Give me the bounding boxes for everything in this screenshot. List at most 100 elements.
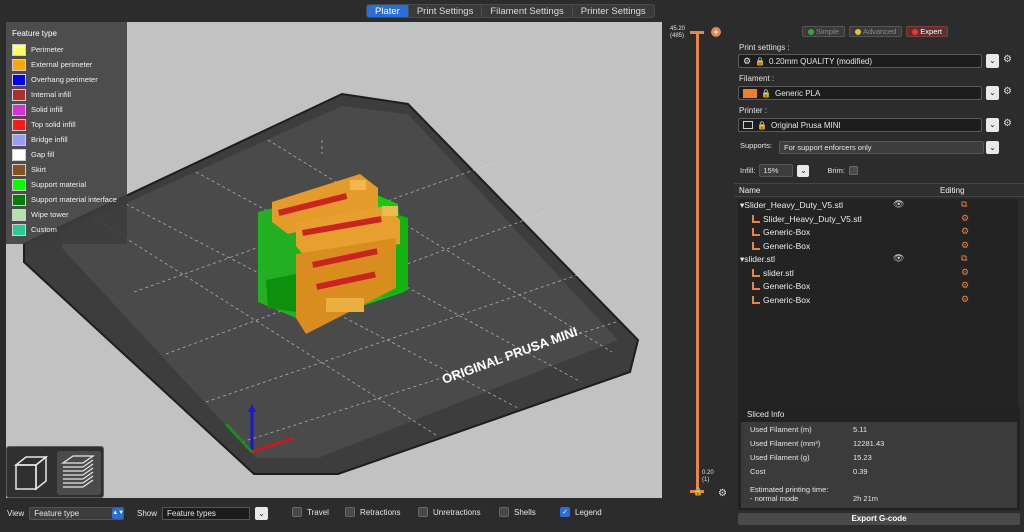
- sliced-info-label: Cost: [750, 467, 766, 476]
- edit-preset-icon[interactable]: ⚙: [1003, 86, 1012, 97]
- option-shells[interactable]: Shells: [499, 507, 536, 517]
- legend-swatch: [12, 193, 26, 206]
- visibility-eye-icon[interactable]: 👁: [893, 199, 904, 210]
- row-label: Slider_Heavy_Duty_V5.stl: [744, 200, 844, 210]
- object-row[interactable]: ▾slider.stl 👁 ⧉: [738, 253, 1018, 267]
- export-gcode-button[interactable]: Export G-code: [738, 513, 1020, 525]
- option-legend[interactable]: ✓ Legend: [560, 507, 602, 517]
- supports-label: Supports:: [740, 141, 773, 150]
- supports-dropdown-button[interactable]: ⌄: [986, 141, 999, 154]
- mode-simple-button[interactable]: Simple: [802, 26, 845, 37]
- legend-label: Custom: [31, 225, 57, 234]
- edit-object-icon[interactable]: ⧉: [961, 253, 967, 264]
- object-row[interactable]: ▾Slider_Heavy_Duty_V5.stl 👁 ⧉: [738, 199, 1018, 213]
- printer-combo[interactable]: 🔒 Original Prusa MINI: [738, 118, 982, 132]
- option-travel[interactable]: Travel: [292, 507, 329, 517]
- checkbox[interactable]: [345, 507, 355, 517]
- slider-top-thumb[interactable]: [690, 31, 704, 34]
- tab-filament-settings[interactable]: Filament Settings: [482, 5, 573, 17]
- sliced-info-label: Used Filament (g): [750, 453, 810, 462]
- layer-slider[interactable]: 45.20 (485) + 0.20 (1) 🔒 ⚙: [666, 22, 732, 499]
- legend-swatch: [12, 178, 26, 191]
- volume-row[interactable]: Generic-Box ⚙: [738, 294, 1018, 308]
- tab-plater[interactable]: Plater: [367, 5, 409, 17]
- volume-settings-icon[interactable]: ⚙: [961, 280, 969, 291]
- visibility-eye-icon[interactable]: 👁: [893, 253, 904, 264]
- checkbox-label: Retractions: [360, 507, 401, 517]
- legend-swatch: [12, 58, 26, 71]
- 3d-view-icon[interactable]: [10, 451, 54, 495]
- legend-label: Internal infill: [31, 90, 72, 99]
- object-list[interactable]: ▾Slider_Heavy_Duty_V5.stl 👁 ⧉ Slider_Heavy_…: [738, 199, 1018, 409]
- view-label: View: [7, 509, 25, 518]
- legend-label: Top solid infill: [31, 120, 76, 129]
- filament-dropdown-button[interactable]: ⌄: [986, 86, 999, 100]
- volume-settings-icon[interactable]: ⚙: [961, 240, 969, 251]
- tab-print-settings[interactable]: Print Settings: [409, 5, 483, 17]
- checkbox[interactable]: [418, 507, 428, 517]
- sliced-info-label: - normal mode: [750, 494, 799, 503]
- legend-label: Skirt: [31, 165, 46, 174]
- brim-label: Brim:: [827, 166, 845, 175]
- edit-preset-icon[interactable]: ⚙: [1003, 118, 1012, 129]
- volume-settings-icon[interactable]: ⚙: [961, 213, 969, 224]
- printer-dropdown-button[interactable]: ⌄: [986, 118, 999, 132]
- edit-object-icon[interactable]: ⧉: [961, 199, 967, 210]
- option-retractions[interactable]: Retractions: [345, 507, 400, 517]
- filament-combo[interactable]: 🔒 Generic PLA: [738, 86, 982, 100]
- volume-icon: [752, 282, 760, 290]
- show-features-combo[interactable]: Feature types: [162, 507, 251, 520]
- volume-row[interactable]: slider.stl ⚙: [738, 267, 1018, 281]
- checkbox[interactable]: [292, 507, 302, 517]
- volume-settings-icon[interactable]: ⚙: [961, 294, 969, 305]
- legend-item: Wipe tower: [12, 207, 121, 222]
- editing-column-header[interactable]: Editing: [940, 186, 964, 195]
- legend-label: Support material: [31, 180, 87, 189]
- volume-row[interactable]: Generic-Box ⚙: [738, 240, 1018, 254]
- checkbox[interactable]: [499, 507, 509, 517]
- sliced-info-value: 2h 21m: [853, 494, 879, 503]
- volume-settings-icon[interactable]: ⚙: [961, 226, 969, 237]
- print-settings-dropdown-button[interactable]: ⌄: [986, 54, 999, 68]
- show-features-dropdown-button[interactable]: ⌄: [255, 507, 269, 520]
- chevron-updown-icon: ▲▼: [112, 508, 124, 519]
- lock-icon[interactable]: 🔒: [693, 487, 703, 496]
- gear-icon[interactable]: ⚙: [718, 488, 727, 499]
- option-unretractions[interactable]: Unretractions: [418, 507, 481, 517]
- volume-row[interactable]: Slider_Heavy_Duty_V5.stl ⚙: [738, 213, 1018, 227]
- mode-switcher: Simple Advanced Expert: [802, 26, 948, 37]
- mode-advanced-button[interactable]: Advanced: [848, 26, 903, 37]
- infill-row: Infill: 15% ⌄ Brim:: [740, 164, 858, 177]
- brim-checkbox[interactable]: [848, 166, 858, 175]
- filament-color-swatch[interactable]: [743, 88, 757, 98]
- row-label: Generic-Box: [763, 281, 811, 291]
- slider-top-value: 45.20 (485): [670, 26, 686, 39]
- volume-settings-icon[interactable]: ⚙: [961, 267, 969, 278]
- legend-item: Solid infill: [12, 102, 121, 117]
- slider-track[interactable]: [696, 32, 699, 492]
- preview-bottom-bar: View Feature type ▲▼ Show Feature types ⌄…: [0, 500, 734, 532]
- name-column-header[interactable]: Name: [739, 186, 760, 195]
- mode-expert-button[interactable]: Expert: [906, 26, 948, 37]
- volume-icon: [752, 228, 760, 236]
- volume-row[interactable]: Generic-Box ⚙: [738, 226, 1018, 240]
- preview-layers-icon[interactable]: [57, 451, 101, 495]
- tab-printer-settings[interactable]: Printer Settings: [573, 5, 654, 17]
- edit-preset-icon[interactable]: ⚙: [1003, 54, 1012, 65]
- show-label: Show: [137, 509, 158, 518]
- add-color-change-icon[interactable]: +: [711, 27, 721, 37]
- legend-item: Custom: [12, 222, 121, 237]
- row-label: Generic-Box: [763, 294, 811, 305]
- supports-row: Supports:: [740, 141, 772, 150]
- legend-item: External perimeter: [12, 57, 121, 72]
- legend-label: Perimeter: [31, 45, 64, 54]
- lock-icon: 🔒: [755, 56, 766, 66]
- legend-swatch: [12, 163, 26, 176]
- supports-combo[interactable]: For support enforcers only: [779, 141, 984, 154]
- view-type-select[interactable]: Feature type ▲▼: [29, 507, 125, 520]
- volume-row[interactable]: Generic-Box ⚙: [738, 280, 1018, 294]
- infill-dropdown-button[interactable]: ⌄: [797, 164, 810, 177]
- infill-combo[interactable]: 15%: [759, 164, 794, 177]
- print-settings-combo[interactable]: ⚙ 🔒 0.20mm QUALITY (modified): [738, 54, 982, 68]
- checkbox[interactable]: ✓: [560, 507, 570, 517]
